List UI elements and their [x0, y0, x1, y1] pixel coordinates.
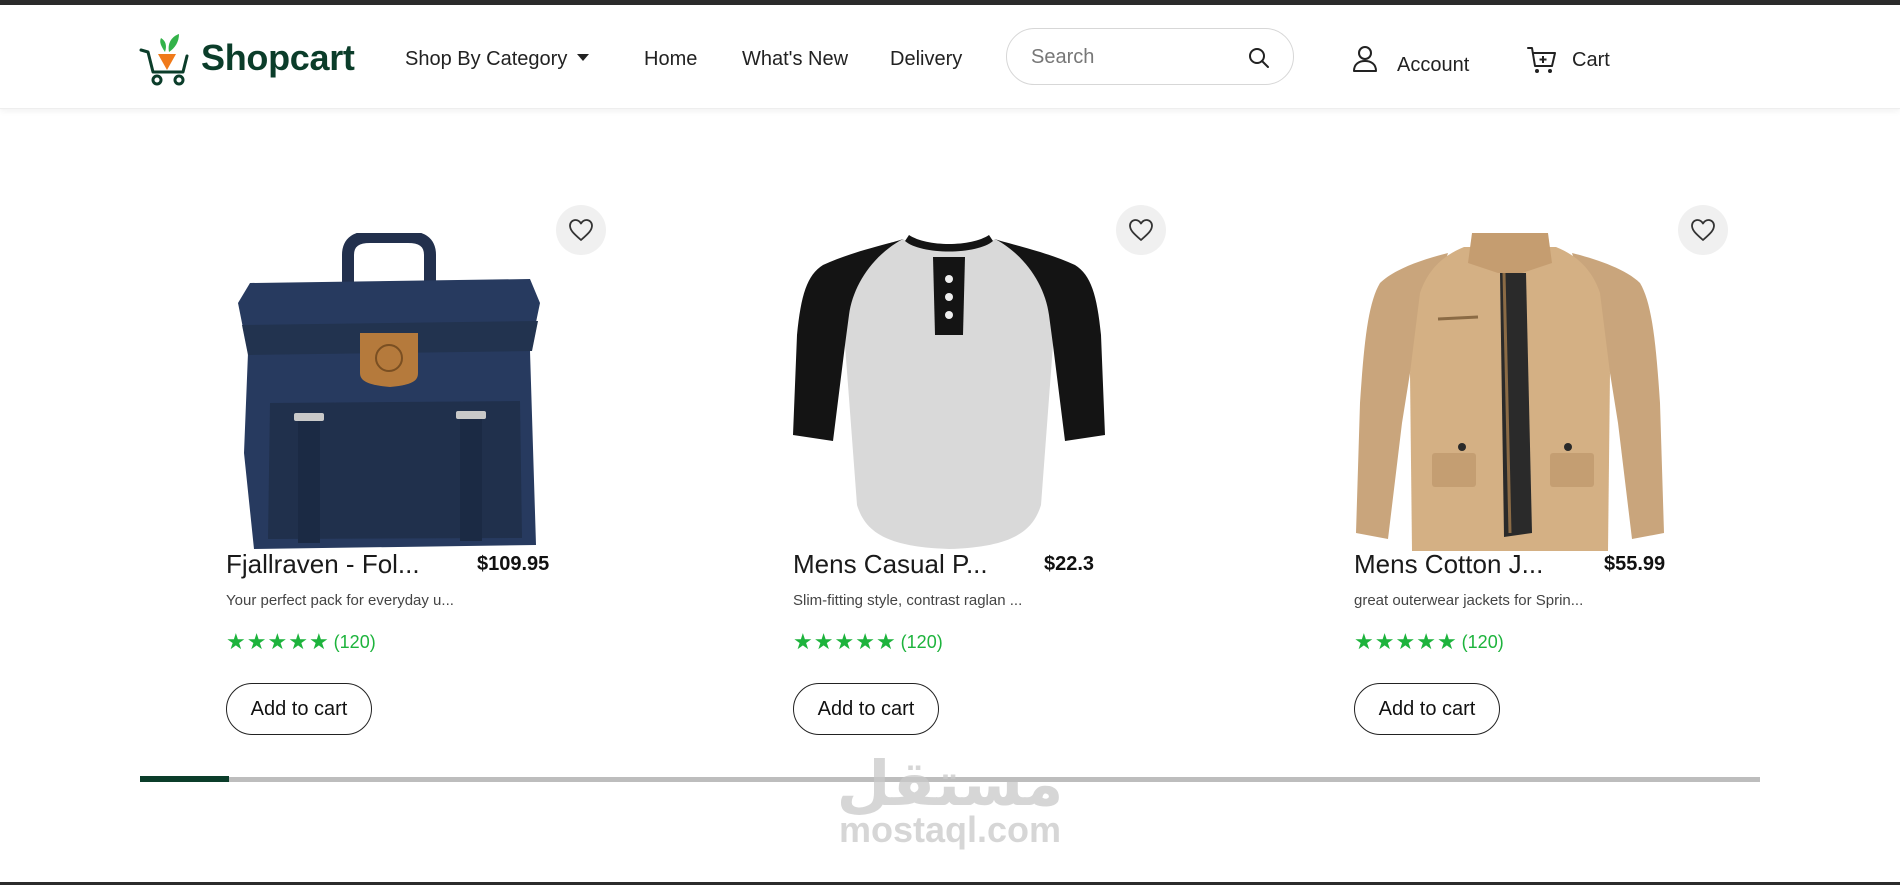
nav-link-home[interactable]: Home: [644, 48, 697, 71]
star-icon: ★: [875, 629, 896, 654]
site-header: Shopcart Shop By Category Home What's Ne…: [0, 5, 1900, 109]
product-card: Mens Cotton J... $55.99 great outerwear …: [1354, 205, 1774, 745]
star-rating: ★ ★ ★ ★ ★: [793, 631, 897, 653]
watermark-arabic: مستقل: [836, 747, 1064, 820]
rating-count: (120): [1461, 631, 1504, 652]
star-icon: ★: [1354, 629, 1374, 654]
cart-icon: [1527, 47, 1556, 73]
wishlist-button[interactable]: [1116, 205, 1166, 255]
star-icon: ★: [267, 629, 288, 654]
product-rating: ★ ★ ★ ★ ★ (120): [226, 631, 376, 653]
brand-logo[interactable]: Shopcart: [139, 30, 355, 86]
backpack-product-image: [238, 233, 540, 549]
star-icon: ★: [855, 629, 875, 654]
product-price: $55.99: [1604, 553, 1666, 575]
heart-icon: [1129, 219, 1153, 241]
product-card: Fjallraven - Fol... $109.95 Your perfect…: [226, 205, 646, 745]
user-icon: [1353, 46, 1377, 72]
star-icon: ★: [288, 629, 308, 654]
star-icon: ★: [1395, 629, 1416, 654]
account-label: Account: [1397, 53, 1470, 76]
rating-count: (120): [900, 631, 943, 652]
account-link[interactable]: Account: [1352, 45, 1469, 76]
star-icon: ★: [1436, 629, 1457, 654]
product-price: $109.95: [477, 553, 550, 575]
search-icon[interactable]: [1247, 46, 1271, 70]
star-rating: ★ ★ ★ ★ ★: [226, 631, 330, 653]
star-icon: ★: [226, 629, 246, 654]
wishlist-button[interactable]: [556, 205, 606, 255]
shop-by-category-dropdown[interactable]: Shop By Category: [405, 48, 590, 71]
watermark-latin: mostaql.com: [838, 809, 1062, 850]
jacket-product-image: [1356, 233, 1664, 551]
product-title[interactable]: Mens Cotton J...: [1354, 549, 1543, 580]
product-description: Your perfect pack for everyday u...: [226, 592, 454, 609]
star-icon: ★: [793, 629, 813, 654]
wishlist-button[interactable]: [1678, 205, 1728, 255]
product-price: $22.3: [1044, 553, 1095, 575]
category-label: Shop By Category: [405, 48, 568, 70]
product-rating: ★ ★ ★ ★ ★ (120): [1354, 631, 1504, 653]
nav-link-delivery[interactable]: Delivery: [890, 48, 962, 71]
product-rating: ★ ★ ★ ★ ★ (120): [793, 631, 943, 653]
search-box: [1006, 28, 1294, 85]
cart-label: Cart: [1572, 48, 1610, 71]
add-to-cart-button[interactable]: Add to cart: [226, 683, 372, 735]
watermark: مستقل mostaql.com: [834, 752, 1066, 848]
product-description: great outerwear jackets for Sprin...: [1354, 592, 1584, 609]
star-rating: ★ ★ ★ ★ ★: [1354, 631, 1458, 653]
star-icon: ★: [834, 629, 855, 654]
product-title[interactable]: Fjallraven - Fol...: [226, 549, 420, 580]
star-icon: ★: [1374, 629, 1395, 654]
carousel-scrollbar-thumb[interactable]: [140, 776, 229, 782]
search-input[interactable]: [1031, 43, 1241, 71]
caret-down-icon: [577, 54, 590, 62]
brand-name: Shopcart: [201, 37, 355, 78]
add-to-cart-button[interactable]: Add to cart: [793, 683, 939, 735]
rating-count: (120): [333, 631, 376, 652]
add-to-cart-button[interactable]: Add to cart: [1354, 683, 1500, 735]
star-icon: ★: [813, 629, 834, 654]
cart-logo-icon: [139, 34, 189, 86]
heart-icon: [569, 219, 593, 241]
star-icon: ★: [308, 629, 329, 654]
star-icon: ★: [1416, 629, 1436, 654]
star-icon: ★: [246, 629, 267, 654]
nav-link-whats-new[interactable]: What's New: [742, 48, 848, 71]
cart-link[interactable]: Cart: [1526, 44, 1610, 76]
product-title[interactable]: Mens Casual P...: [793, 549, 988, 580]
product-card: Mens Casual P... $22.3 Slim-fitting styl…: [793, 205, 1213, 745]
henley-shirt-product-image: [793, 235, 1105, 549]
heart-icon: [1691, 219, 1715, 241]
product-description: Slim-fitting style, contrast raglan ...: [793, 592, 1023, 609]
